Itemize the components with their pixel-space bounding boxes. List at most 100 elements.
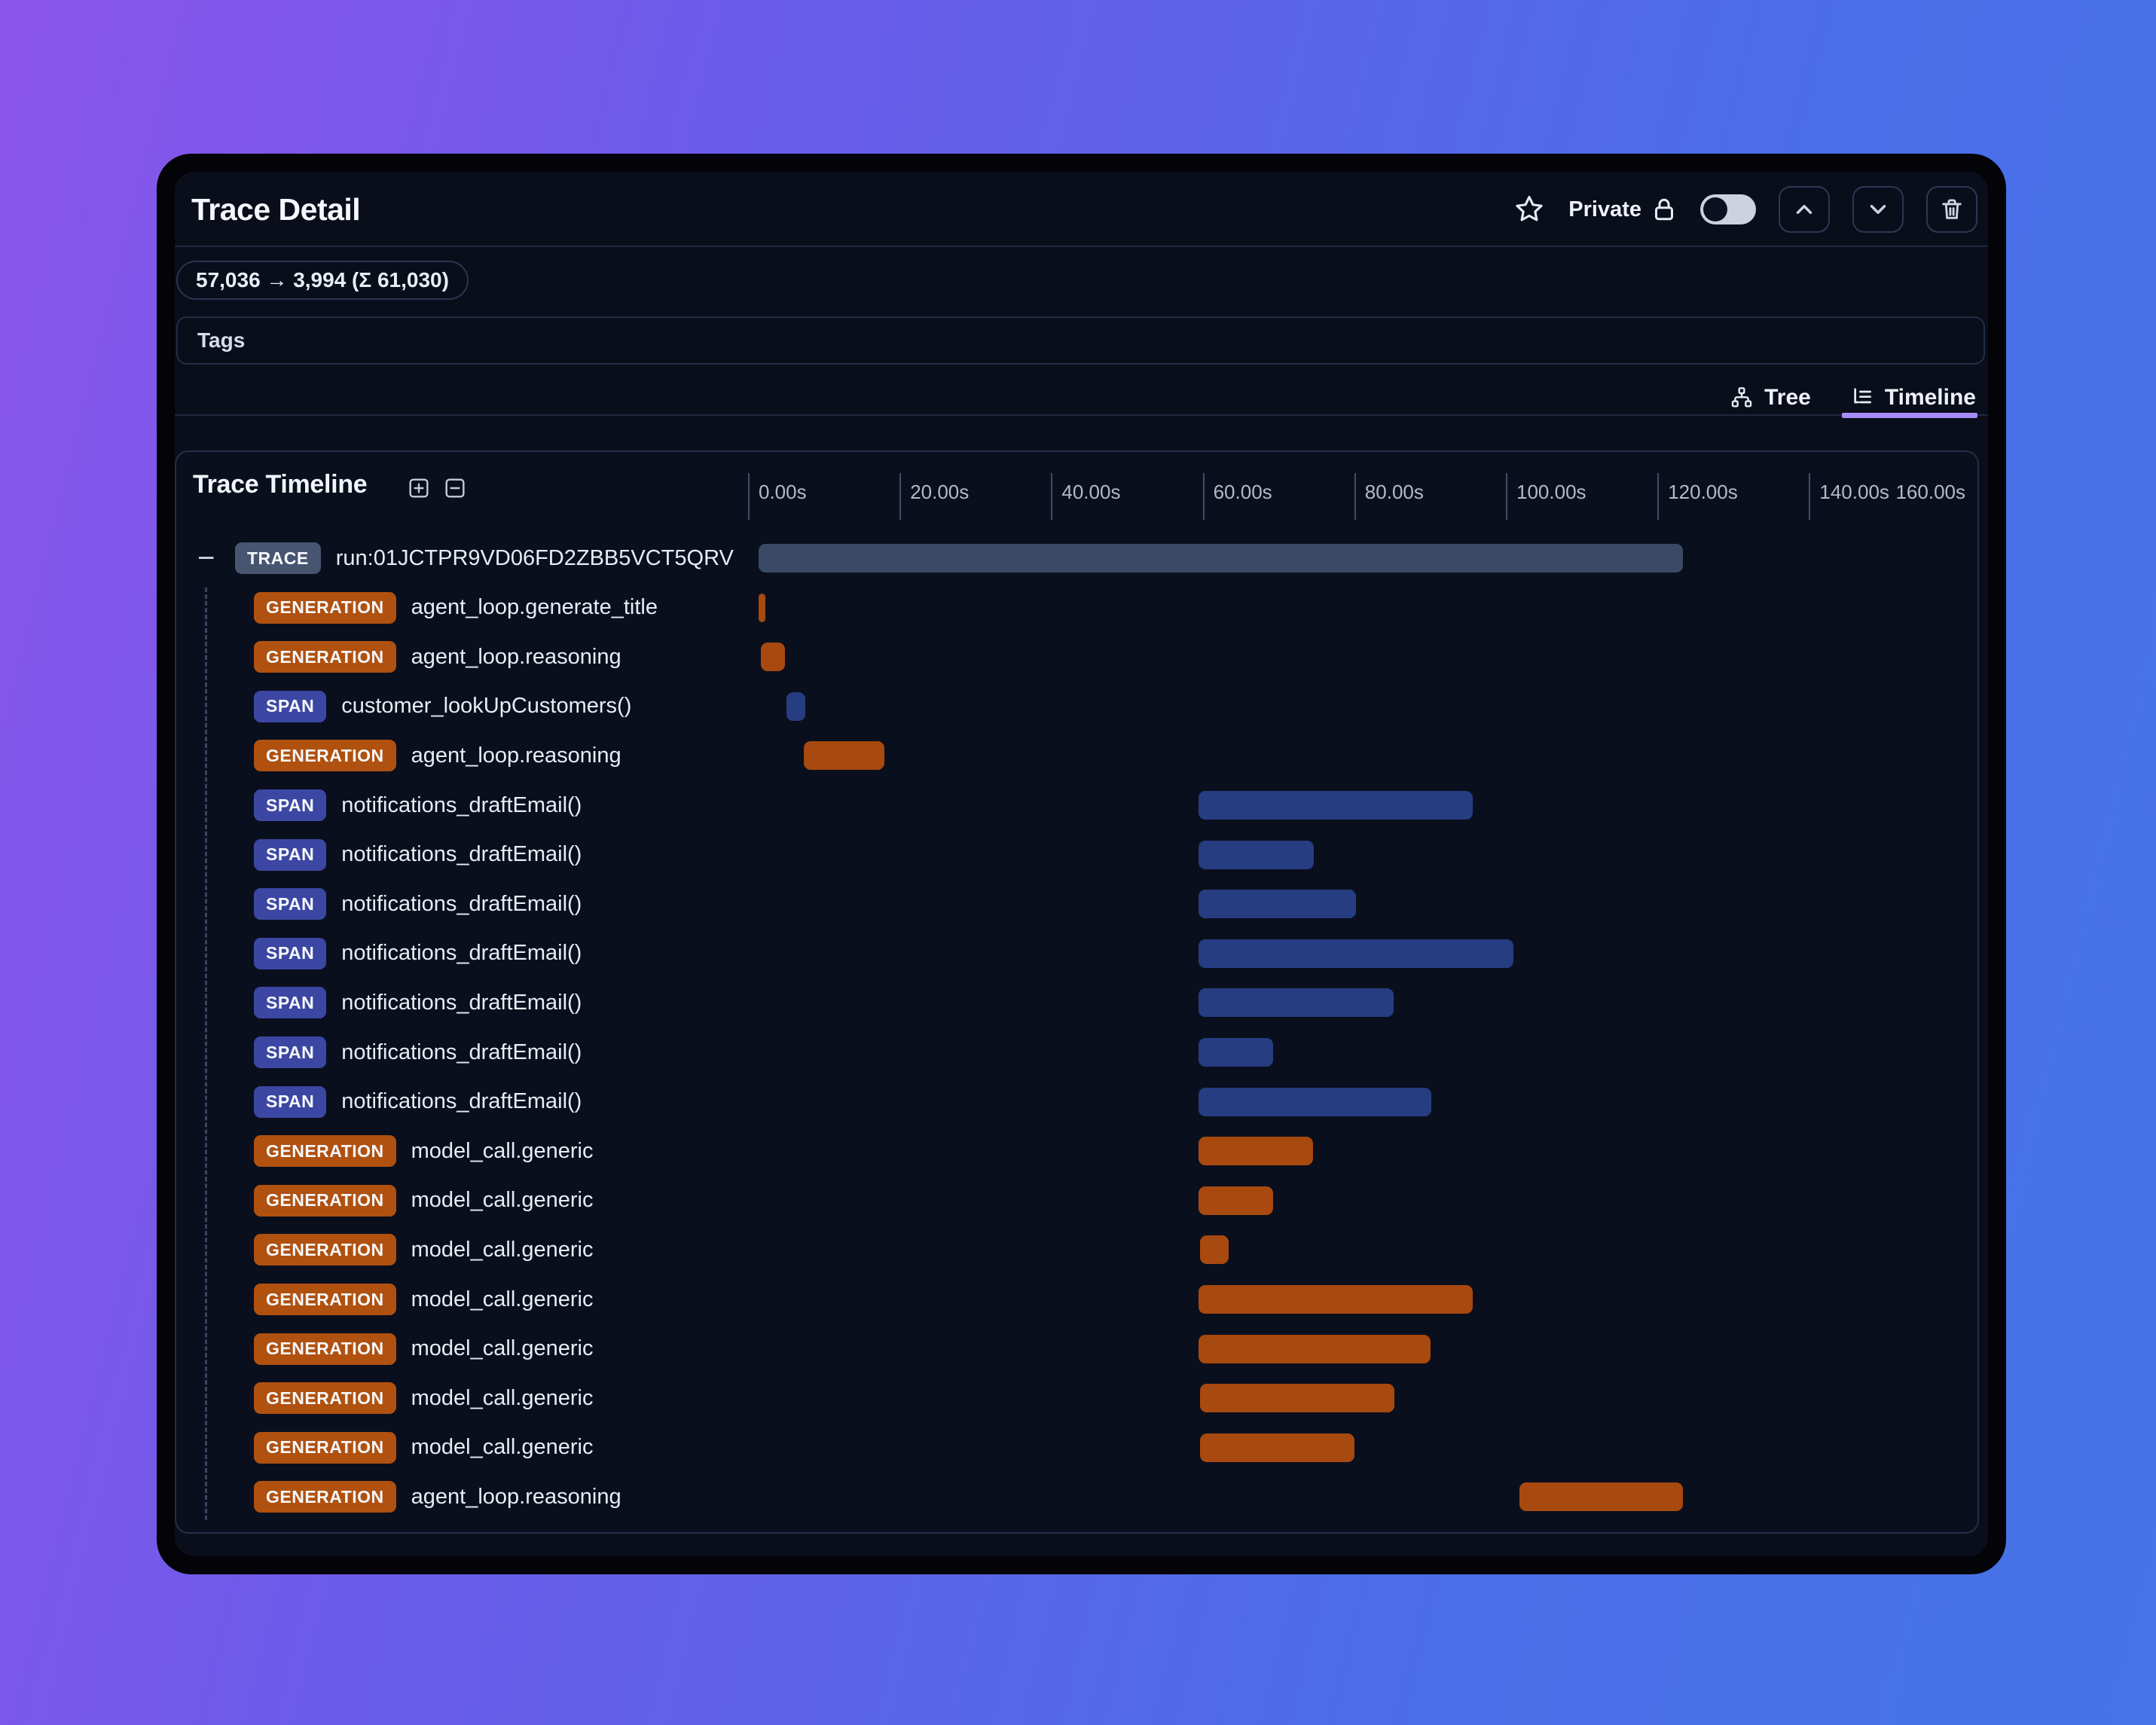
- duration-bar[interactable]: [1199, 1285, 1473, 1314]
- axis-tick-label: 40.00s: [1061, 481, 1121, 503]
- duration-bar[interactable]: [1199, 791, 1473, 820]
- minus-square-icon: [443, 476, 467, 500]
- row-type-badge: GENERATION: [254, 1333, 396, 1365]
- row-type-badge: GENERATION: [254, 1431, 396, 1464]
- timeline-row[interactable]: − TRACE run:01JCTPR9VD06FD2ZBB5VCT5QRV: [176, 533, 1974, 583]
- axis-tick-label: 100.00s: [1516, 481, 1586, 503]
- row-type-badge: GENERATION: [254, 1382, 396, 1415]
- timeline-row[interactable]: SPAN notifications_draftEmail(): [176, 879, 1974, 929]
- expand-all-button[interactable]: [407, 476, 431, 500]
- axis-tick-label: 140.00s: [1819, 481, 1889, 503]
- timeline-row[interactable]: GENERATION model_call.generic: [176, 1275, 1974, 1324]
- row-heading: SPAN notifications_draftEmail(): [254, 830, 582, 880]
- row-heading: SPAN notifications_draftEmail(): [254, 978, 582, 1027]
- row-type-badge: SPAN: [254, 838, 327, 871]
- row-heading: GENERATION model_call.generic: [254, 1126, 593, 1176]
- window-header: Trace Detail Private: [191, 181, 1977, 238]
- row-label: agent_loop.reasoning: [411, 644, 621, 669]
- axis-tick: [1657, 473, 1660, 520]
- timeline-row[interactable]: SPAN notifications_draftEmail(): [176, 1027, 1974, 1077]
- timeline-row[interactable]: SPAN notifications_draftEmail(): [176, 978, 1974, 1027]
- timeline-row[interactable]: GENERATION model_call.generic: [176, 1373, 1974, 1423]
- axis-tick: [1809, 473, 1811, 520]
- tabs-divider: [175, 414, 1988, 416]
- duration-bar[interactable]: [1200, 1433, 1354, 1462]
- row-heading: GENERATION model_call.generic: [254, 1275, 593, 1324]
- duration-bar[interactable]: [1200, 1235, 1229, 1265]
- duration-bar[interactable]: [759, 593, 766, 622]
- duration-bar[interactable]: [1199, 1038, 1274, 1067]
- duration-bar[interactable]: [1199, 890, 1356, 919]
- duration-bar[interactable]: [786, 692, 806, 721]
- duration-bar[interactable]: [1199, 1137, 1314, 1166]
- timeline-row[interactable]: GENERATION model_call.generic: [176, 1176, 1974, 1226]
- timeline-row[interactable]: GENERATION model_call.generic: [176, 1126, 1974, 1176]
- chevron-down-icon: [1865, 197, 1891, 222]
- axis-end-label: 160.00s: [1895, 481, 1965, 503]
- trace-detail-window: Trace Detail Private 57,036 → 3,994 (Σ 6…: [157, 154, 2006, 1574]
- tags-input[interactable]: Tags: [176, 316, 1985, 365]
- timeline-row[interactable]: GENERATION model_call.generic: [176, 1423, 1974, 1473]
- axis-tick-label: 120.00s: [1668, 481, 1738, 503]
- row-heading: GENERATION agent_loop.reasoning: [254, 1472, 621, 1522]
- next-trace-button[interactable]: [1852, 186, 1904, 233]
- token-usage-badge: 57,036 → 3,994 (Σ 61,030): [176, 261, 469, 300]
- row-type-badge: GENERATION: [254, 1481, 396, 1513]
- timeline-row[interactable]: GENERATION model_call.generic: [176, 1225, 1974, 1275]
- row-type-badge: SPAN: [254, 690, 327, 722]
- timeline-row[interactable]: GENERATION agent_loop.reasoning: [176, 731, 1974, 780]
- timeline-row[interactable]: SPAN notifications_draftEmail(): [176, 830, 1974, 880]
- tree-icon: [1730, 386, 1754, 410]
- duration-bar[interactable]: [1199, 1087, 1432, 1116]
- axis-tick-label: 20.00s: [910, 481, 970, 503]
- timeline-row[interactable]: SPAN notifications_draftEmail(): [176, 929, 1974, 979]
- collapse-all-button[interactable]: [443, 476, 467, 500]
- axis-tick: [1506, 473, 1507, 520]
- timeline-row[interactable]: SPAN notifications_draftEmail(): [176, 1077, 1974, 1127]
- row-heading: GENERATION model_call.generic: [254, 1176, 593, 1226]
- duration-bar[interactable]: [759, 544, 1684, 572]
- row-type-badge: GENERATION: [254, 740, 396, 772]
- timeline-icon: [1850, 386, 1874, 410]
- row-label: notifications_draftEmail(): [341, 941, 582, 966]
- duration-bar[interactable]: [1200, 1384, 1395, 1413]
- timeline-row[interactable]: SPAN notifications_draftEmail(): [176, 780, 1974, 830]
- row-heading: SPAN notifications_draftEmail(): [254, 929, 582, 979]
- duration-bar[interactable]: [804, 741, 884, 771]
- duration-bar[interactable]: [1199, 939, 1513, 968]
- duration-bar[interactable]: [1199, 988, 1394, 1018]
- row-label: agent_loop.reasoning: [411, 1484, 621, 1509]
- row-heading: GENERATION model_call.generic: [254, 1373, 593, 1423]
- timeline-row[interactable]: GENERATION agent_loop.reasoning: [176, 1472, 1974, 1522]
- row-label: notifications_draftEmail(): [341, 990, 582, 1015]
- previous-trace-button[interactable]: [1779, 186, 1830, 233]
- row-type-badge: SPAN: [254, 1085, 327, 1118]
- tab-timeline[interactable]: Timeline: [1850, 385, 1976, 411]
- tab-timeline-label: Timeline: [1884, 385, 1976, 410]
- row-heading: GENERATION model_call.generic: [254, 1423, 593, 1473]
- bookmark-star-button[interactable]: [1513, 193, 1546, 226]
- row-label: notifications_draftEmail(): [341, 1089, 582, 1114]
- duration-bar[interactable]: [1199, 1334, 1431, 1363]
- timeline-row[interactable]: GENERATION agent_loop.generate_title: [176, 583, 1974, 633]
- row-heading: TRACE run:01JCTPR9VD06FD2ZBB5VCT5QRV: [235, 533, 734, 583]
- timeline-row[interactable]: SPAN customer_lookUpCustomers(): [176, 682, 1974, 731]
- tab-tree[interactable]: Tree: [1730, 385, 1811, 411]
- axis-tick: [748, 473, 750, 520]
- duration-bar[interactable]: [1199, 1186, 1274, 1215]
- row-label: model_call.generic: [411, 1237, 594, 1262]
- timeline-row[interactable]: GENERATION model_call.generic: [176, 1324, 1974, 1374]
- duration-bar[interactable]: [1199, 840, 1315, 869]
- tags-label: Tags: [197, 328, 246, 352]
- plus-square-icon: [407, 476, 431, 500]
- header-divider: [175, 246, 1988, 247]
- row-label: notifications_draftEmail(): [341, 842, 582, 867]
- duration-bar[interactable]: [761, 643, 786, 672]
- row-type-badge: SPAN: [254, 888, 327, 921]
- duration-bar[interactable]: [1519, 1482, 1684, 1512]
- row-heading: SPAN customer_lookUpCustomers(): [254, 682, 631, 731]
- timeline-row[interactable]: GENERATION agent_loop.reasoning: [176, 632, 1974, 682]
- collapse-row-toggle[interactable]: −: [197, 533, 215, 583]
- delete-trace-button[interactable]: [1926, 186, 1977, 233]
- privacy-toggle[interactable]: [1700, 194, 1756, 224]
